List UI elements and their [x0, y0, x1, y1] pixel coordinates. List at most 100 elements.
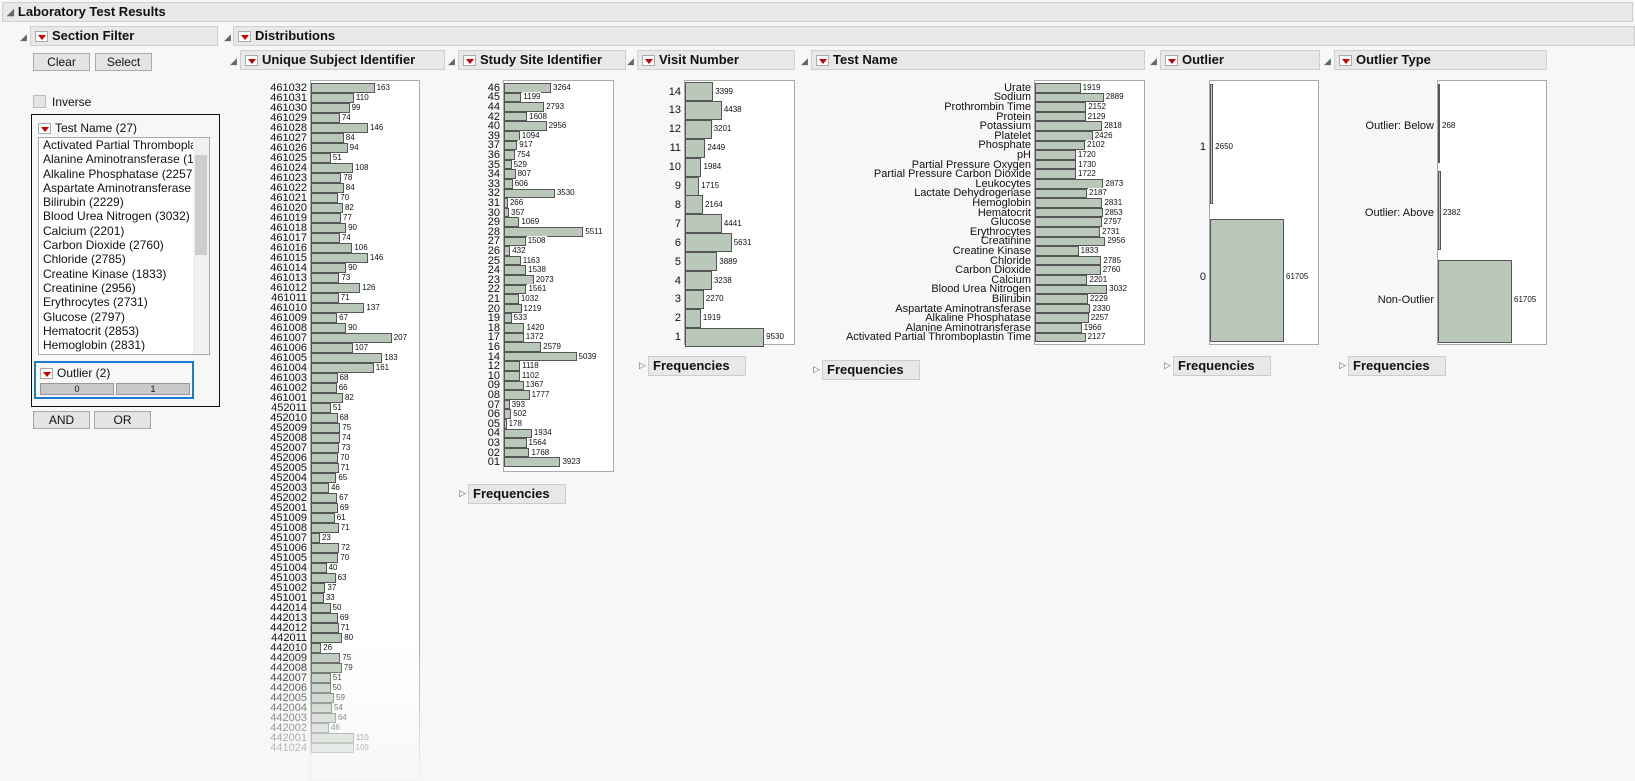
value-label: 50 [331, 683, 343, 692]
test-name-list-item[interactable]: Bilirubin (2229) [39, 195, 209, 209]
red-triangle-menu-icon[interactable] [238, 30, 251, 42]
select-button[interactable]: Select [95, 53, 152, 71]
test-name-list-item[interactable]: Blood Urea Nitrogen (3032) [39, 209, 209, 223]
collapse-icon[interactable]: ◢ [801, 56, 808, 67]
section-filter-header[interactable]: Section Filter [30, 26, 218, 46]
scrollbar-thumb[interactable] [195, 155, 207, 255]
test-name-list-item[interactable]: Chloride (2785) [39, 252, 209, 266]
inverse-checkbox[interactable] [33, 95, 46, 108]
value-label: 3923 [561, 457, 582, 467]
red-triangle-menu-icon[interactable] [816, 54, 829, 66]
collapse-icon[interactable]: ◢ [448, 56, 455, 67]
value-label: 2449 [706, 143, 727, 153]
collapse-icon[interactable]: ◢ [20, 32, 27, 43]
distributions-header[interactable]: Distributions [233, 26, 1635, 46]
collapse-icon[interactable]: ◢ [7, 3, 14, 21]
bar [1438, 84, 1440, 163]
test-name-listbox[interactable]: Activated Partial Thromboplas Alanine Ami… [38, 137, 210, 355]
value-label: 4438 [722, 105, 743, 115]
test-name-list-item[interactable]: Alkaline Phosphatase (2257) [39, 167, 209, 181]
test-name-list-item[interactable]: Carbon Dioxide (2760) [39, 238, 209, 252]
collapse-icon[interactable]: ◢ [1150, 56, 1157, 67]
bar [1438, 171, 1441, 250]
or-button[interactable]: OR [94, 411, 151, 429]
test-name-list-item[interactable]: Calcium (2201) [39, 224, 209, 238]
expand-icon[interactable]: ▷ [639, 360, 646, 371]
bar [1035, 83, 1081, 93]
chart-header[interactable]: Visit Number [637, 50, 795, 70]
bar [311, 743, 354, 753]
frequencies-toggle[interactable]: Frequencies [648, 356, 746, 376]
frequencies-toggle[interactable]: Frequencies [1173, 356, 1271, 376]
test-name-list-item[interactable]: Hematocrit (2853) [39, 324, 209, 338]
expand-icon[interactable]: ▷ [1164, 360, 1171, 371]
bar [504, 284, 527, 295]
red-triangle-menu-icon[interactable] [40, 367, 53, 379]
chart-header[interactable]: Study Site Identifier [458, 50, 626, 70]
value-label: 2793 [545, 102, 566, 111]
red-triangle-menu-icon[interactable] [35, 30, 48, 42]
bar [685, 214, 722, 234]
value-label: 51 [331, 153, 343, 162]
value-label: 1069 [520, 217, 541, 227]
bar [311, 173, 342, 183]
outlier-value-1-button[interactable]: 1 [116, 383, 190, 395]
scrollbar[interactable] [193, 138, 209, 354]
collapse-icon[interactable]: ◢ [1324, 56, 1331, 67]
bar [504, 169, 516, 179]
collapse-icon[interactable]: ◢ [224, 32, 231, 43]
chart-title: Study Site Identifier [480, 52, 603, 67]
value-label: 2818 [1103, 121, 1123, 131]
bar [311, 473, 337, 483]
frequencies-toggle[interactable]: Frequencies [1348, 356, 1446, 376]
bar [1035, 313, 1089, 323]
expand-icon[interactable]: ▷ [1339, 360, 1346, 371]
collapse-icon[interactable]: ◢ [627, 56, 634, 67]
test-name-list-item[interactable]: Alanine Aminotransferase (19 [39, 152, 209, 166]
collapse-icon[interactable]: ◢ [230, 56, 237, 67]
report-header[interactable]: ◢ Laboratory Test Results [2, 2, 1633, 22]
value-label: 178 [507, 418, 523, 428]
bar [1035, 255, 1102, 266]
value-label: 3530 [555, 188, 576, 198]
bar [685, 327, 765, 347]
bar [1035, 246, 1079, 256]
red-triangle-menu-icon[interactable] [1165, 54, 1178, 66]
bar [504, 351, 577, 362]
red-triangle-menu-icon[interactable] [38, 122, 51, 134]
value-label: 46 [329, 483, 341, 492]
bar [504, 390, 530, 400]
and-button[interactable]: AND [33, 411, 90, 429]
test-name-list-item[interactable]: Creatinine (2956) [39, 281, 209, 295]
test-name-list-item[interactable]: Aspartate Aminotransferase (2 [39, 181, 209, 195]
red-triangle-menu-icon[interactable] [245, 54, 258, 66]
bar [1035, 102, 1087, 112]
chart-header[interactable]: Outlier [1160, 50, 1320, 70]
chart-header[interactable]: Unique Subject Identifier [240, 50, 445, 70]
expand-icon[interactable]: ▷ [813, 364, 820, 375]
red-triangle-menu-icon[interactable] [1339, 54, 1352, 66]
red-triangle-menu-icon[interactable] [463, 54, 476, 66]
chart-header[interactable]: Test Name [811, 50, 1145, 70]
chart-header[interactable]: Outlier Type [1334, 50, 1547, 70]
expand-icon[interactable]: ▷ [459, 488, 466, 499]
bar [1035, 303, 1091, 314]
test-name-filter-header[interactable]: Test Name (27) [38, 121, 137, 135]
value-label: 1730 [1077, 159, 1097, 169]
test-name-list-item[interactable]: Glucose (2797) [39, 310, 209, 324]
bar [1035, 150, 1076, 160]
test-name-list-item[interactable]: Creatine Kinase (1833) [39, 267, 209, 281]
chart-title: Unique Subject Identifier [262, 52, 416, 67]
value-label: 1102 [520, 370, 541, 380]
chart-title: Outlier Type [1356, 52, 1431, 67]
frequencies-toggle[interactable]: Frequencies [468, 484, 566, 504]
bar [504, 265, 527, 275]
red-triangle-menu-icon[interactable] [642, 54, 655, 66]
test-name-list-item[interactable]: Erythrocytes (2731) [39, 295, 209, 309]
test-name-list-item[interactable]: Activated Partial Thromboplas [39, 138, 209, 152]
outlier-value-0-button[interactable]: 0 [40, 383, 114, 395]
value-label: 3264 [552, 82, 572, 92]
clear-button[interactable]: Clear [33, 53, 90, 71]
test-name-list-item[interactable]: Hemoglobin (2831) [39, 338, 209, 352]
frequencies-toggle[interactable]: Frequencies [822, 360, 920, 380]
